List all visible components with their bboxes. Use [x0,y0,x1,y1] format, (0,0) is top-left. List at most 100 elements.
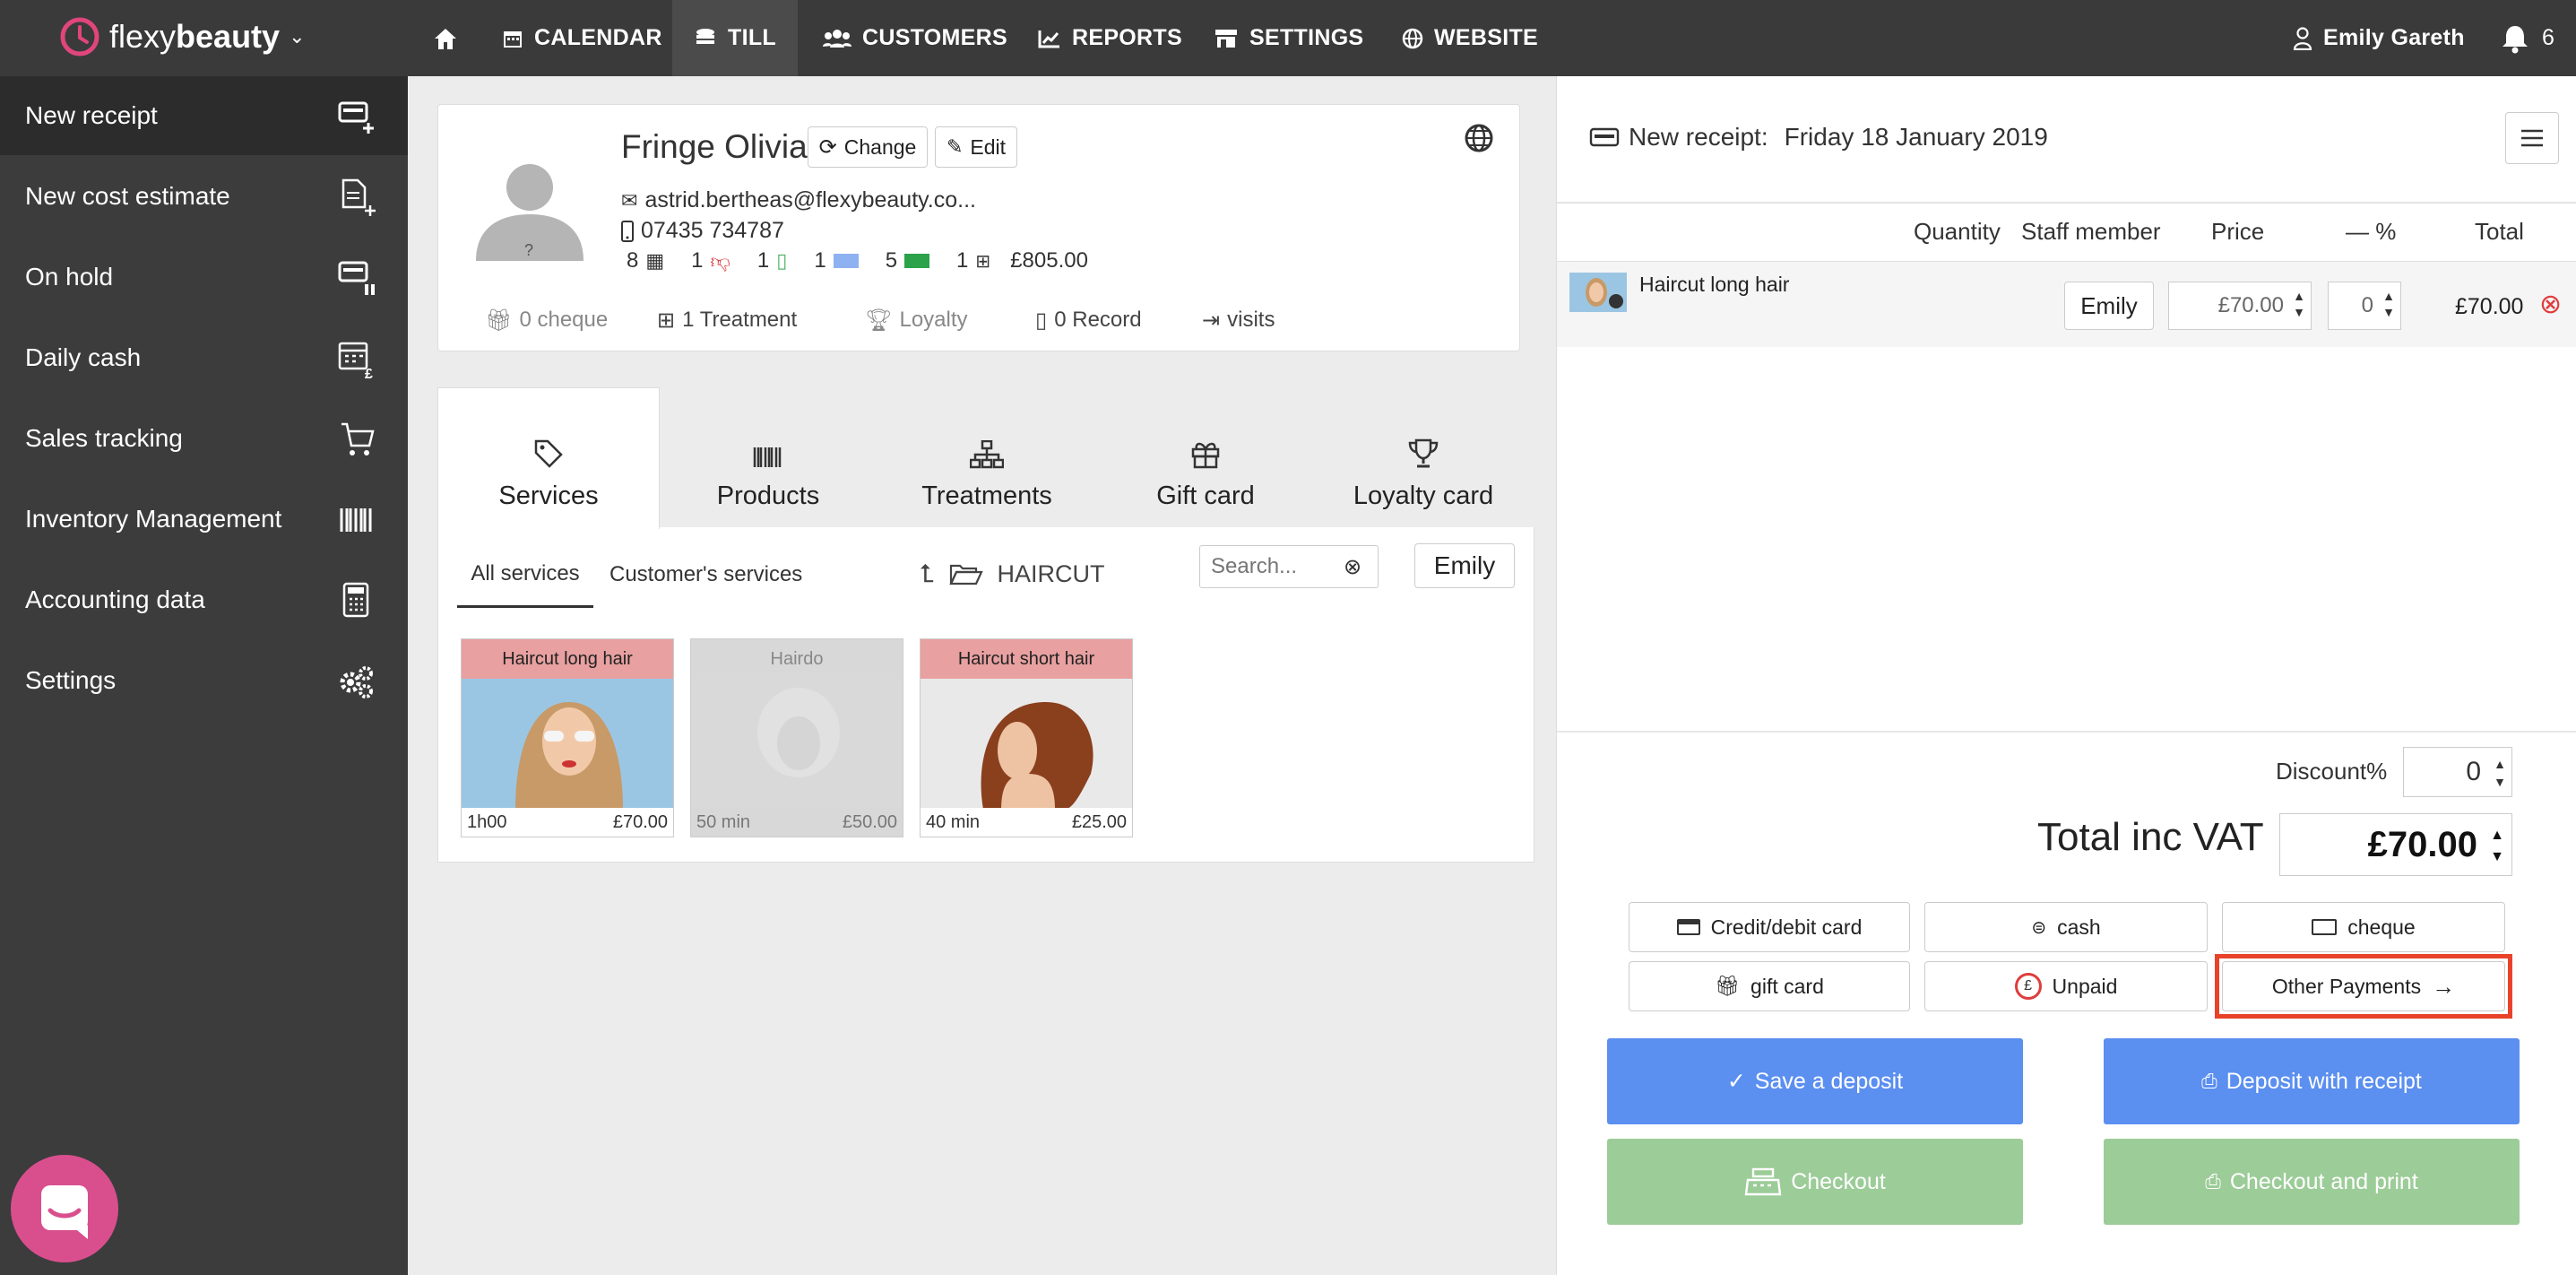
brand-logo[interactable]: flexy beauty ⌄ [59,13,306,61]
service-tile[interactable]: Hairdo 50 min £50.00 [690,638,903,837]
chevron-down-icon: ⌄ [289,25,306,48]
service-name: Haircut short hair [921,639,1132,679]
receipt-menu-button[interactable] [2505,112,2559,164]
receipt-line: Haircut long hair Emily £70.00 ▲ ▼ 0 ▲ ▼ £… [1557,261,2576,347]
sidebar-item-label: Settings [25,666,117,694]
customer-name: Fringe Olivia [621,128,808,165]
deposit-with-receipt-label: Deposit with receipt [2226,1068,2422,1094]
pay-credit-debit-card-button[interactable]: Credit/debit card [1629,902,1910,952]
tab-treatments[interactable]: Treatments [898,391,1076,529]
sidebar-item-daily-cash[interactable]: Daily cash £ [0,318,408,397]
tab-gift-card[interactable]: Gift card [1120,391,1291,529]
globe-icon[interactable] [1464,123,1494,153]
service-photo [921,679,1132,810]
pay-unpaid-button[interactable]: £ Unpaid [1924,961,2208,1011]
stepper-icon[interactable]: ▲ ▼ [2293,288,2305,320]
total-input[interactable]: £70.00 ▲ ▼ [2279,813,2512,876]
sidebar-item-inventory-management[interactable]: Inventory Management [0,480,408,559]
customer-email-row: ✉ astrid.bertheas@flexybeauty.co... [621,187,976,213]
sitemap-icon: ⊞ [975,251,991,272]
loyalty-stat[interactable]: 🏆︎ Loyalty [865,308,968,334]
line-discount-value: 0 [2361,293,2373,317]
service-photo [691,679,903,810]
change-label: Change [843,134,917,159]
treatment-stat[interactable]: ⊞ 1 Treatment [657,308,797,334]
check-icon: ✓ [1726,1069,1746,1094]
user-menu[interactable]: Emily Gareth [2293,0,2465,76]
pay-gift-card-button[interactable]: 🎁︎ gift card [1629,961,1910,1011]
sidebar-item-settings[interactable]: Settings [0,641,408,720]
line-total: £70.00 [2455,294,2524,319]
line-staff-button[interactable]: Emily [2064,282,2154,330]
discount-input[interactable]: 0 ▲ ▼ [2403,747,2512,797]
notification-count: 6 [2542,25,2555,50]
sidebar-item-new-cost-estimate[interactable]: New cost estimate [0,157,408,236]
filter-all-services[interactable]: All services [457,542,593,608]
sidebar-item-on-hold[interactable]: On hold [0,238,408,317]
filter-customer-services[interactable]: Customer's services [609,542,802,608]
pay-cheque-button[interactable]: cheque [2222,902,2505,952]
barcode-icon [753,447,782,467]
other-payments-highlight [2215,954,2512,1019]
sidebar-item-new-receipt[interactable]: New receipt [0,76,408,155]
stepper-icon[interactable]: ▲ ▼ [2382,288,2395,320]
service-footer: 50 min £50.00 [691,808,903,837]
customer-email[interactable]: astrid.bertheas@flexybeauty.co... [644,187,976,213]
pay-cash-button[interactable]: ⊜ cash [1924,902,2208,952]
sidebar-item-label: New receipt [25,101,158,129]
notifications-button[interactable]: 6 [2501,0,2554,76]
service-tile[interactable]: Haircut long hair 1h00 £70.00 [461,638,674,837]
gift-icon: 🎁︎ [1715,975,1741,997]
stepper-icon[interactable]: ▲ ▼ [2494,755,2506,791]
record-stat[interactable]: ▯ 0 Record [1035,308,1142,334]
search-box[interactable]: ⊗ [1199,545,1379,588]
user-icon [2293,26,2312,50]
stepper-icon[interactable]: ▲ ▼ [2490,825,2504,868]
nav-settings[interactable]: SETTINGS [1214,0,1363,76]
chat-launcher-button[interactable] [11,1155,118,1262]
edit-customer-button[interactable]: ✎ Edit [935,126,1017,168]
divider [1557,202,2576,204]
print-icon: ⎙ [2205,1170,2221,1193]
sidebar-item-accounting-data[interactable]: Accounting data [0,560,408,639]
file-icon: ▯ [1035,308,1048,333]
tab-services[interactable]: Services [437,387,660,529]
nav-till[interactable]: TILL [672,0,798,76]
home-button[interactable] [418,0,473,76]
gift-icon [1191,442,1220,469]
top-navigation-bar: flexy beauty ⌄ CALENDAR TILL CUSTOMERS RE… [0,0,2576,76]
change-customer-button[interactable]: ⟳ Change [808,126,928,168]
checkout-and-print-button[interactable]: ⎙ Checkout and print [2104,1139,2520,1225]
phone-icon [621,220,634,242]
tab-loyalty-card[interactable]: Loyalty card [1336,391,1511,529]
nav-calendar[interactable]: CALENDAR [502,0,662,76]
staff-filter-button[interactable]: Emily [1414,543,1515,588]
service-tile[interactable]: Haircut short hair 40 min £25.00 [920,638,1133,837]
visits-stat[interactable]: ⇥ visits [1202,308,1275,334]
sidebar-item-sales-tracking[interactable]: Sales tracking [0,399,408,478]
line-staff-label: Emily [2080,291,2138,319]
pay-gift-card-label: gift card [1750,974,1824,998]
line-price-input[interactable]: £70.00 ▲ ▼ [2168,282,2312,330]
clear-search-icon[interactable]: ⊗ [1344,554,1361,580]
folder-breadcrumb[interactable]: ⮤ HAIRCUT [920,547,1105,601]
remove-line-icon[interactable]: ⊗ [2539,289,2562,320]
cheque-stat[interactable]: 🎁︎ 0 cheque [485,308,608,334]
service-price: £25.00 [1071,811,1127,832]
line-discount-input[interactable]: 0 ▲ ▼ [2328,282,2401,330]
nav-reports-label: REPORTS [1072,25,1182,50]
receipt-date: Friday 18 January 2019 [1784,123,2048,151]
save-deposit-button[interactable]: ✓ Save a deposit [1607,1038,2023,1124]
cheque-stat-label: 0 cheque [519,308,609,332]
brand-name-light: flexy [109,18,177,55]
search-input[interactable] [1211,554,1336,579]
service-duration: 50 min [696,811,751,832]
checkout-button[interactable]: Checkout [1607,1139,2023,1225]
customer-card: ? Fringe Olivia ⟳ Change ✎ Edit ✉ astrid… [437,104,1520,351]
total-spent: £805.00 [1010,248,1088,273]
nav-reports[interactable]: REPORTS [1038,0,1182,76]
nav-customers[interactable]: CUSTOMERS [823,0,1007,76]
deposit-with-receipt-button[interactable]: ⎙ Deposit with receipt [2104,1038,2520,1124]
nav-website[interactable]: WEBSITE [1402,0,1538,76]
tab-products[interactable]: Products [681,391,855,529]
